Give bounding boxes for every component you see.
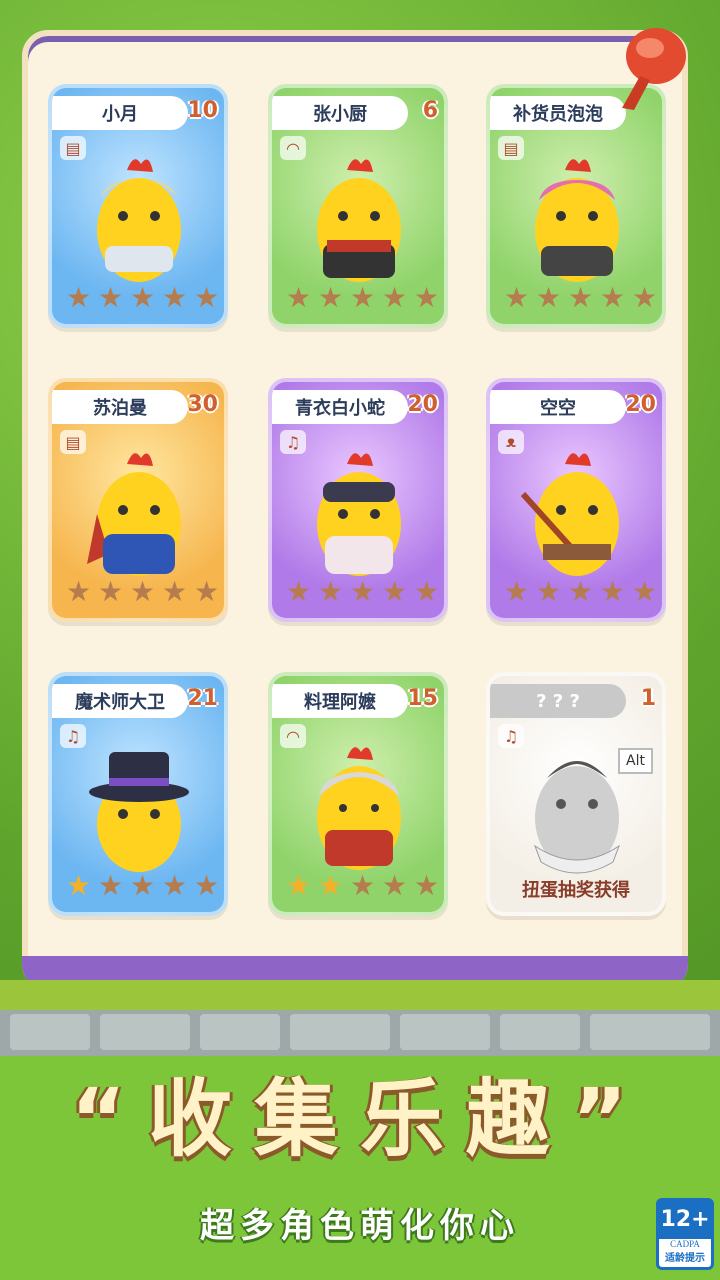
character-card-4[interactable]: 苏泊曼 30 ▤ ★ ★ ★ ★ ★ — [48, 378, 228, 622]
card-count: 21 — [187, 686, 218, 711]
card-title: 苏泊曼 — [52, 390, 188, 424]
star-icon: ★ — [286, 575, 312, 608]
card-title: 小月 — [52, 96, 188, 130]
star-rating: ★ ★ ★ ★ ★ — [286, 284, 442, 312]
star-icon: ★ — [568, 281, 594, 314]
card-count: 15 — [407, 686, 438, 711]
card-title: 补货员泡泡 — [490, 96, 626, 130]
card-title: ? ? ? — [490, 684, 626, 718]
card-title: 料理阿嬷 — [272, 684, 408, 718]
character-card-2[interactable]: 张小厨 6 ◠ ★ ★ ★ ★ ★ — [268, 84, 448, 328]
headline: “收集乐趣” — [70, 1070, 650, 1168]
star-icon: ★ — [194, 575, 220, 608]
age-rating-note: 适龄提示 — [665, 1253, 705, 1264]
star-icon: ★ — [318, 281, 344, 314]
star-icon: ★ — [194, 869, 220, 902]
star-icon: ★ — [350, 869, 376, 902]
star-icon: ★ — [414, 869, 440, 902]
star-rating: ★ ★ ★ ★ ★ — [504, 578, 660, 606]
chick-character — [317, 159, 401, 282]
star-icon: ★ — [350, 281, 376, 314]
character-card-6[interactable]: 空空 20 ᴥ ★ ★ ★ ★ ★ — [486, 378, 666, 622]
star-icon: ★ — [632, 281, 658, 314]
star-icon: ★ — [98, 575, 124, 608]
star-icon: ★ — [414, 575, 440, 608]
card-title: 魔术师大卫 — [52, 684, 188, 718]
star-icon: ★ — [130, 869, 156, 902]
star-icon: ★ — [66, 281, 92, 314]
card-count: 20 — [407, 392, 438, 417]
star-icon: ★ — [130, 575, 156, 608]
star-icon: ★ — [536, 575, 562, 608]
star-rating: ★ ★ ★ ★ ★ — [504, 284, 660, 312]
character-card-1[interactable]: 小月 10 ▤ ★ ★ ★ ★ ★ — [48, 84, 228, 328]
character-card-8[interactable]: 料理阿嬷 15 ◠ ★ ★ ★ ★ ★ — [268, 672, 448, 916]
star-icon: ★ — [66, 869, 92, 902]
chick-character — [317, 747, 401, 870]
chick-character — [520, 453, 619, 576]
star-icon: ★ — [504, 281, 530, 314]
star-icon: ★ — [600, 281, 626, 314]
star-icon: ★ — [382, 281, 408, 314]
star-icon: ★ — [600, 575, 626, 608]
star-icon: ★ — [318, 575, 344, 608]
chick-character — [535, 159, 619, 282]
card-count: 30 — [187, 392, 218, 417]
chick-character — [89, 752, 189, 872]
star-rating: ★ ★ ★ ★ ★ — [286, 578, 442, 606]
character-card-7[interactable]: 魔术师大卫 21 ♫ ★ ★ ★ ★ ★ — [48, 672, 228, 916]
star-icon: ★ — [130, 281, 156, 314]
star-icon: ★ — [286, 869, 312, 902]
unlock-hint: 扭蛋抽奖获得 — [522, 880, 630, 901]
star-icon: ★ — [318, 869, 344, 902]
age-rating-badge: 12+ CADPA 适龄提示 — [656, 1198, 714, 1270]
star-icon: ★ — [536, 281, 562, 314]
star-icon: ★ — [98, 869, 124, 902]
star-icon: ★ — [632, 575, 658, 608]
tooltip: Alt — [618, 748, 653, 774]
card-count: 6 — [422, 98, 438, 123]
star-icon: ★ — [286, 281, 312, 314]
card-title: 张小厨 — [272, 96, 408, 130]
chick-character — [97, 159, 181, 282]
star-icon: ★ — [382, 575, 408, 608]
character-card-5[interactable]: 青衣白小蛇 20 ♫ ★ ★ ★ ★ ★ — [268, 378, 448, 622]
character-card-3[interactable]: 补货员泡泡 ▤ ★ ★ ★ ★ ★ — [486, 84, 666, 328]
star-rating: ★ ★ ★ ★ ★ — [286, 872, 442, 900]
chick-character — [87, 453, 181, 576]
star-icon: ★ — [98, 281, 124, 314]
age-rating-org: CADPA — [670, 1239, 700, 1249]
card-count: 20 — [625, 392, 656, 417]
star-icon: ★ — [162, 869, 188, 902]
star-icon: ★ — [350, 575, 376, 608]
star-icon: ★ — [504, 575, 530, 608]
age-rating-label: 12+ — [659, 1201, 711, 1239]
card-title: 青衣白小蛇 — [272, 390, 408, 424]
star-rating: ★ ★ ★ ★ ★ — [66, 872, 222, 900]
card-title: 空空 — [490, 390, 626, 424]
star-icon: ★ — [568, 575, 594, 608]
character-card-locked[interactable]: ? ? ? 1 ♫ Alt 扭蛋抽奖获得 — [486, 672, 666, 916]
star-icon: ★ — [382, 869, 408, 902]
subheadline: 超多角色萌化你心 — [200, 1206, 520, 1246]
chick-character — [317, 453, 401, 576]
star-rating: ★ ★ ★ ★ ★ — [66, 284, 222, 312]
star-icon: ★ — [194, 281, 220, 314]
card-count: 10 — [187, 98, 218, 123]
star-icon: ★ — [162, 281, 188, 314]
star-rating: ★ ★ ★ ★ ★ — [66, 578, 222, 606]
star-icon: ★ — [162, 575, 188, 608]
push-pin-icon — [622, 28, 686, 110]
star-icon: ★ — [66, 575, 92, 608]
star-icon: ★ — [414, 281, 440, 314]
card-count: 1 — [640, 686, 656, 711]
